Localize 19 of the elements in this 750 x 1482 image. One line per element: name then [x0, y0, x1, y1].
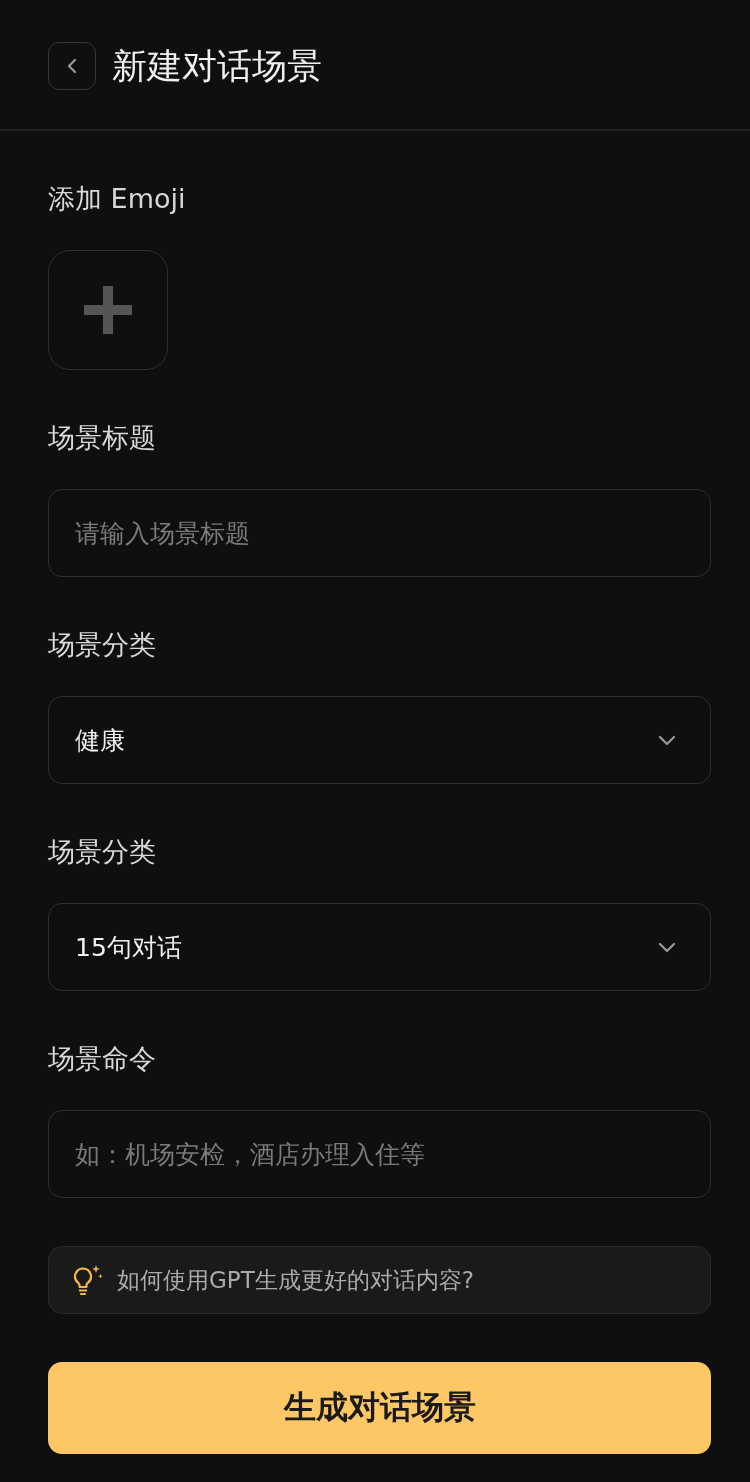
lightbulb-icon [71, 1264, 103, 1296]
text-input[interactable]: 如：机场安检，酒店办理入住等 [48, 1110, 711, 1198]
field-label: 场景分类 [48, 835, 157, 869]
text-input[interactable]: 请输入场景标题 [48, 489, 711, 577]
chevron-left-icon [67, 57, 77, 74]
field-label: 添加 Emoji [48, 182, 187, 216]
dropdown-select[interactable]: 15句对话 [48, 903, 711, 991]
add-emoji-button[interactable] [48, 250, 168, 370]
page-title: 新建对话场景 [112, 44, 322, 87]
back-button[interactable] [48, 41, 96, 90]
field-label: 场景分类 [48, 628, 157, 662]
field-label: 场景命令 [48, 1042, 157, 1076]
chevron-down-icon [658, 734, 676, 746]
field-label: 场景标题 [48, 421, 157, 455]
dropdown-select[interactable]: 健康 [48, 696, 711, 784]
chevron-down-icon [658, 941, 676, 953]
generate-scene-button[interactable]: 生成对话场景 [48, 1362, 711, 1454]
plus-icon [84, 286, 132, 334]
help-tip-button[interactable]: 如何使用GPT生成更好的对话内容? [48, 1246, 711, 1314]
